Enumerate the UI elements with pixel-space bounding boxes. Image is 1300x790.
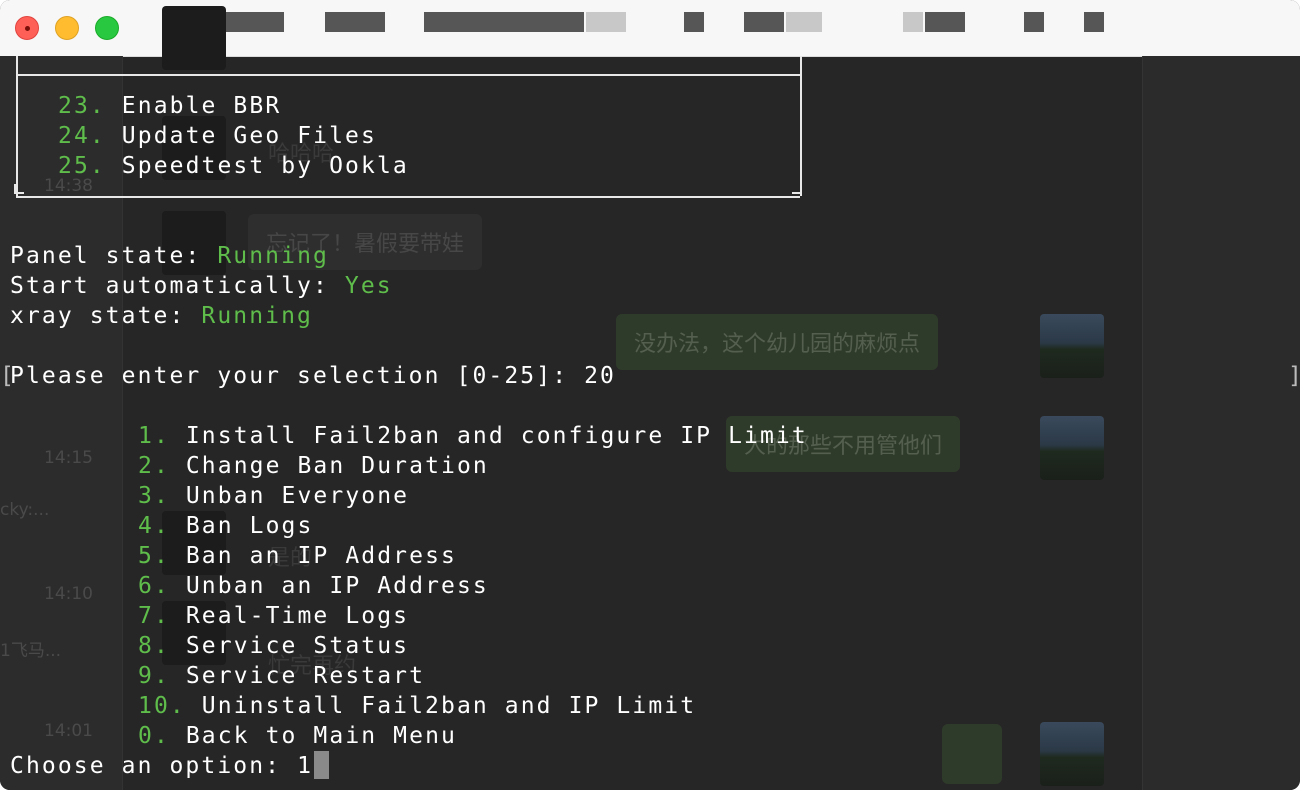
menu-box-left-border [16, 56, 18, 196]
menu-number: 25. [58, 153, 106, 179]
status-value: Running [201, 303, 314, 329]
submenu-number: 3. [138, 483, 170, 509]
close-button[interactable] [15, 16, 39, 40]
menu-box-corner [792, 184, 802, 194]
submenu-item: 5. Ban an IP Address [138, 541, 457, 571]
submenu-label: Change Ban Duration [185, 453, 489, 479]
choose-option-line[interactable]: Choose an option: 1 [10, 751, 330, 781]
xray-state-line: xray state: Running [10, 301, 313, 331]
redacted-title [684, 12, 704, 32]
choose-input-value[interactable]: 1 [297, 753, 313, 779]
status-label: Panel state: [10, 243, 218, 269]
menu-item-23: 23. Enable BBR [58, 91, 281, 121]
submenu-item: 6. Unban an IP Address [138, 571, 489, 601]
submenu-number: 7. [138, 603, 170, 629]
menu-item-25: 25. Speedtest by Ookla [58, 151, 409, 181]
submenu-label: Install Fail2ban and configure IP Limit [185, 423, 808, 449]
submenu-item: 2. Change Ban Duration [138, 451, 489, 481]
zoom-button[interactable] [95, 16, 119, 40]
submenu-label: Unban an IP Address [185, 573, 489, 599]
submenu-item: 1. Install Fail2ban and configure IP Lim… [138, 421, 808, 451]
submenu-number: 4. [138, 513, 170, 539]
menu-number: 24. [58, 123, 106, 149]
submenu-label: Unban Everyone [185, 483, 410, 509]
submenu-item: 10. Uninstall Fail2ban and IP Limit [138, 691, 696, 721]
menu-number: 23. [58, 93, 106, 119]
submenu-item: 0. Back to Main Menu [138, 721, 457, 751]
minimize-button[interactable] [55, 16, 79, 40]
submenu-label: Service Restart [185, 663, 426, 689]
redacted-title [224, 12, 284, 32]
menu-label: Update Geo Files [121, 123, 377, 149]
submenu-item: 8. Service Status [138, 631, 409, 661]
menu-label: Enable BBR [121, 93, 282, 119]
terminal-output: 23. Enable BBR 24. Update Geo Files 25. … [0, 56, 1300, 790]
menu-box-corner [14, 184, 24, 194]
redacted-title [586, 12, 626, 32]
text-cursor [314, 751, 330, 779]
submenu-number: 10. [138, 693, 186, 719]
menu-label: Speedtest by Ookla [121, 153, 409, 179]
submenu-label: Back to Main Menu [185, 723, 457, 749]
submenu-number: 2. [138, 453, 170, 479]
submenu-number: 9. [138, 663, 170, 689]
status-label: xray state: [10, 303, 202, 329]
redacted-title [786, 12, 822, 32]
submenu-item: 7. Real-Time Logs [138, 601, 409, 631]
redacted-title [1024, 12, 1044, 32]
redacted-title [744, 12, 784, 32]
submenu-number: 6. [138, 573, 170, 599]
selection-prompt: Please enter your selection [0-25]: 20 [10, 363, 616, 389]
redacted-title [325, 12, 385, 32]
panel-state-line: Panel state: Running [10, 241, 329, 271]
redacted-title [1084, 12, 1104, 32]
redacted-title [424, 12, 584, 32]
menu-box-separator [16, 74, 800, 76]
submenu-item: 9. Service Restart [138, 661, 425, 691]
menu-box-right-border [800, 56, 802, 196]
submenu-item: 3. Unban Everyone [138, 481, 409, 511]
submenu-label: Ban an IP Address [185, 543, 457, 569]
autostart-line: Start automatically: Yes [10, 271, 393, 301]
redacted-title [903, 12, 923, 32]
submenu-label: Service Status [185, 633, 410, 659]
submenu-number: 1. [138, 423, 170, 449]
status-value: Yes [344, 273, 393, 299]
redacted-title [925, 12, 965, 32]
submenu-label: Real-Time Logs [185, 603, 410, 629]
submenu-label: Ban Logs [185, 513, 314, 539]
submenu-number: 0. [138, 723, 170, 749]
terminal-window: 哈哈哈 忘记了！暑假要带娃 是的 忙完再约 没办法，这个幼儿园的麻烦点 大的那些… [0, 0, 1300, 790]
submenu-number: 5. [138, 543, 170, 569]
submenu-item: 4. Ban Logs [138, 511, 313, 541]
status-value: Running [217, 243, 329, 269]
choose-prompt: Choose an option: [10, 753, 298, 779]
status-label: Start automatically: [10, 273, 345, 299]
prompt-bracket-right: ] [1288, 361, 1300, 391]
menu-box-bottom-border [16, 196, 800, 198]
submenu-label: Uninstall Fail2ban and IP Limit [201, 693, 697, 719]
submenu-number: 8. [138, 633, 170, 659]
menu-item-24: 24. Update Geo Files [58, 121, 377, 151]
